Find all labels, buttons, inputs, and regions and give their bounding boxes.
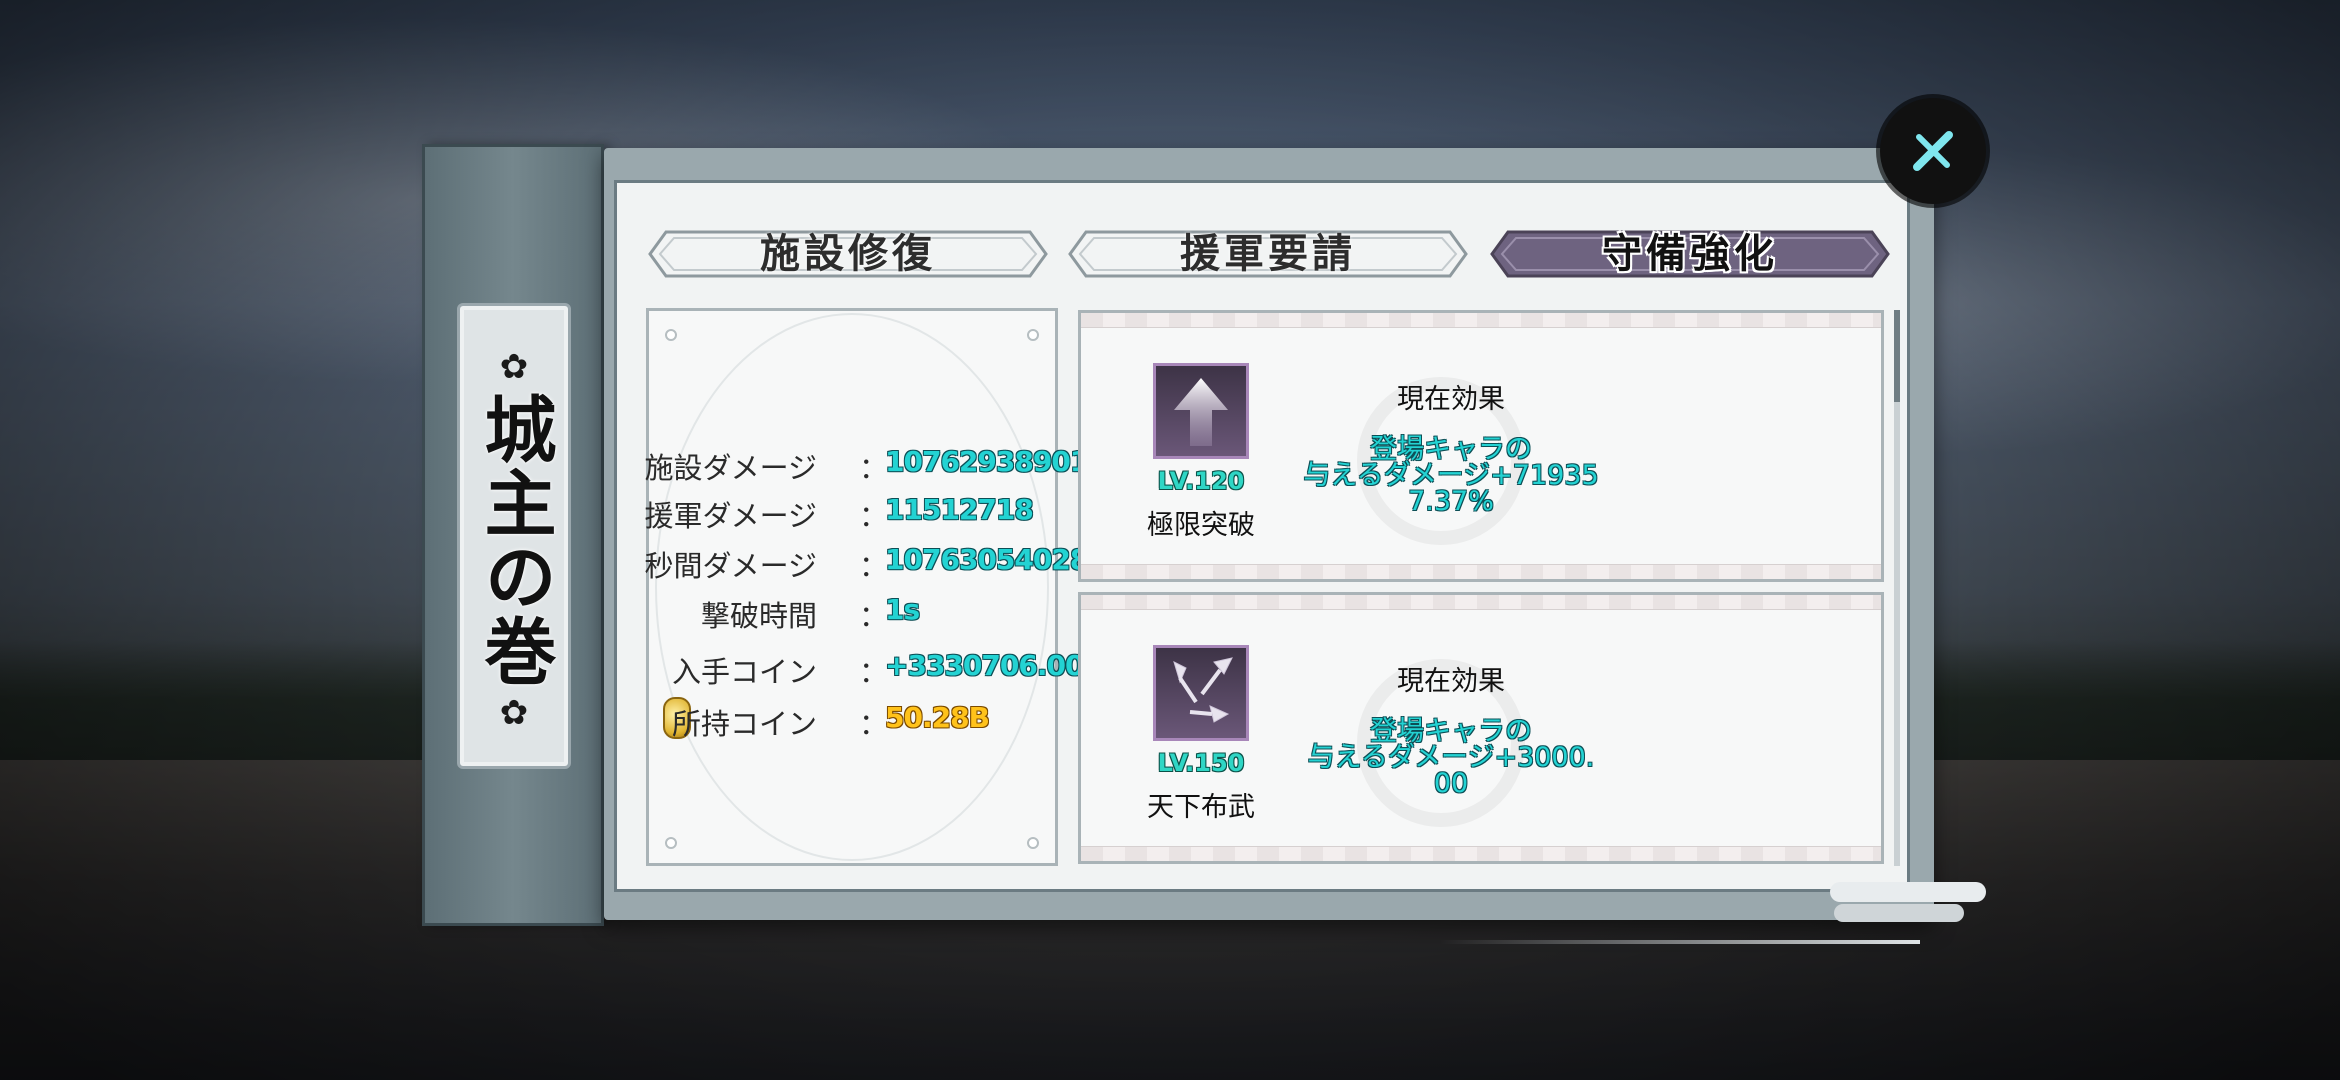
close-button[interactable] [1880, 98, 1986, 204]
scroll-title: 城主の巻 [472, 392, 557, 688]
scrollbar-thumb[interactable] [1894, 310, 1900, 402]
close-icon [1913, 131, 1953, 171]
effect-title: 現在効果 [1397, 666, 1505, 697]
corner-dot [1027, 329, 1039, 341]
stat-dps: 秒間ダメージ ： 1076305402857 [644, 543, 1126, 583]
scroll-title-card: ✿ 城主の巻 ✿ [457, 303, 571, 769]
tab-label: 援軍要請 [1180, 230, 1356, 277]
skill-icon-button[interactable] [1153, 363, 1249, 459]
stat-label: 施設ダメージ [644, 451, 817, 485]
flower-crest-icon: ✿ [499, 347, 529, 387]
skill-name: 極限突破 [1147, 510, 1255, 541]
skill-card: LV.150 天下布武 現在効果 登場キャラの 与えるダメージ+3000. 00 [1078, 592, 1884, 864]
stat-label: 撃破時間 [700, 599, 817, 633]
effect-line: 7.37% [1408, 486, 1494, 517]
kunai-icon [1173, 657, 1233, 723]
stat-reinforcement-damage: 援軍ダメージ ： 11512718 [644, 493, 1034, 533]
tab-label: 施設修復 [760, 230, 936, 277]
stat-value: 50.28B [885, 701, 990, 734]
scroll-spine: ✿ 城主の巻 ✿ [422, 144, 604, 926]
corner-dot [665, 329, 677, 341]
stat-label: 秒間ダメージ [644, 549, 817, 583]
stat-defeat-time: 撃破時間 ： 1s [700, 593, 920, 633]
stat-coins-owned: 所持コイン ： 50.28B [649, 697, 1055, 741]
effect-line: 00 [1433, 768, 1469, 799]
stat-label: 入手コイン [671, 655, 817, 689]
stat-value: 11512718 [885, 493, 1034, 526]
corner-dot [665, 837, 677, 849]
stat-value: +3330706.00/s [885, 649, 1109, 682]
stat-facility-damage: 施設ダメージ ： 1076293890139 [644, 445, 1126, 485]
ink-stroke [1830, 882, 1986, 902]
tab-reinforcement-request[interactable]: 援軍要請 [1068, 230, 1468, 278]
skill-card: LV.120 極限突破 現在効果 登場キャラの 与えるダメージ+71935 7.… [1078, 310, 1884, 582]
stat-value: 1s [885, 593, 920, 626]
skill-icon-button[interactable] [1153, 645, 1249, 741]
tab-label: 守備強化 [1602, 230, 1778, 277]
skills-scrollbar[interactable] [1894, 310, 1900, 866]
stat-label: 援軍ダメージ [644, 499, 817, 533]
ink-line [1440, 940, 1920, 944]
flower-crest-icon: ✿ [499, 693, 529, 733]
ink-stroke [1834, 904, 1964, 922]
tab-defense-enhancement[interactable]: 守備強化 [1490, 230, 1890, 278]
skill-name: 天下布武 [1147, 792, 1255, 823]
corner-dot [1027, 837, 1039, 849]
effect-title: 現在効果 [1397, 384, 1505, 415]
skill-level: LV.120 [1157, 467, 1245, 495]
stat-label: 所持コイン [671, 707, 817, 741]
stats-panel: 施設ダメージ ： 1076293890139 援軍ダメージ ： 11512718… [644, 308, 1126, 866]
skill-level: LV.150 [1157, 749, 1245, 777]
arrow-up-icon [1174, 378, 1228, 446]
tab-facility-repair[interactable]: 施設修復 [648, 230, 1048, 278]
stat-coin-income: 入手コイン ： +3330706.00/s [671, 649, 1109, 689]
